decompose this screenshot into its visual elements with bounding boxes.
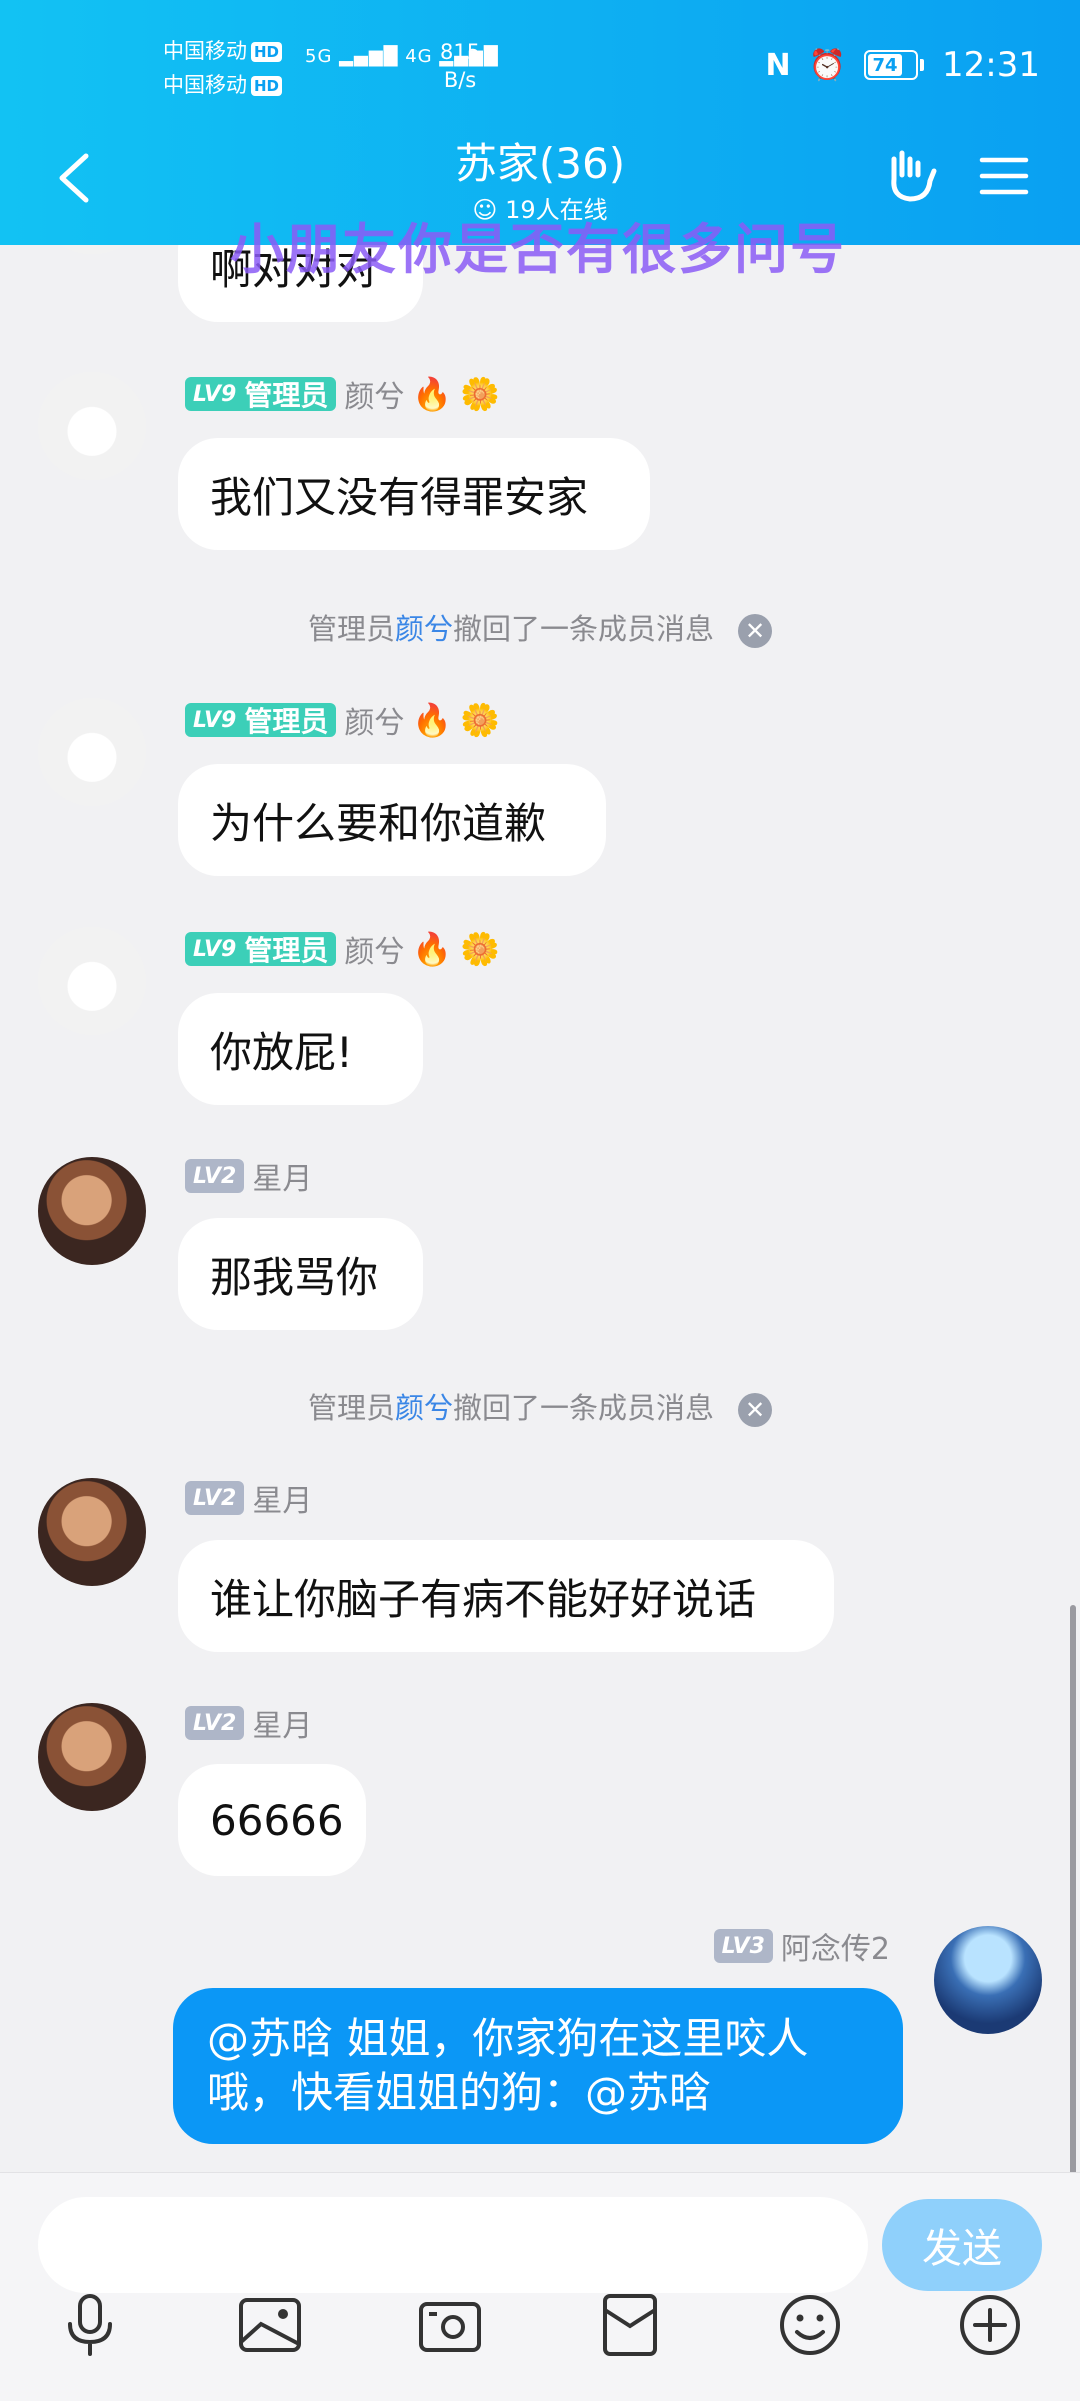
flower-icon: 🌼 [460, 375, 501, 413]
sender-info: LV9 管理员 颜兮 🔥 🌼 [185, 372, 501, 416]
status-right: N ⏰ 74 12:31 [766, 45, 1040, 85]
level-badge: LV9 管理员 [185, 377, 337, 412]
notice-admin-name[interactable]: 颜兮 [395, 612, 453, 646]
level-badge: LV2 [185, 1159, 245, 1193]
message-bubble[interactable]: 你放屁! [178, 993, 423, 1105]
hand-gesture-icon[interactable] [880, 145, 940, 205]
speed-unit: B/s [443, 68, 477, 92]
level-badge: LV9 管理员 [185, 932, 337, 967]
close-icon[interactable]: ✕ [738, 1393, 773, 1427]
input-toolbar [0, 2290, 1080, 2400]
message-text: 那我骂你 [210, 1252, 379, 1302]
notice-prefix: 管理员 [307, 1391, 395, 1425]
avatar[interactable] [38, 927, 146, 1035]
message-input[interactable] [38, 2197, 868, 2293]
level-badge: LV9 管理员 [185, 703, 337, 738]
sender-info: LV2 星月 [185, 1701, 312, 1745]
message-text: 66666 [210, 1795, 344, 1845]
battery-icon: 74 [864, 50, 925, 80]
scrollbar[interactable] [1070, 1605, 1076, 2175]
battery-level: 74 [868, 54, 903, 76]
status-carriers: 中国移动 HD 中国移动 HD [163, 34, 283, 102]
plus-icon[interactable] [955, 2290, 1025, 2360]
message-bubble[interactable]: 那我骂你 [178, 1218, 423, 1330]
overlay-banner: 小朋友你是否有很多问号 [230, 218, 846, 281]
level-badge: LV3 [713, 1929, 773, 1963]
hd-badge: HD [251, 42, 283, 62]
message-text: @苏晗 姐姐，你家狗在这里咬人哦，快看姐姐的狗：@苏晗 [207, 2014, 809, 2117]
camera-icon[interactable] [415, 2290, 485, 2360]
fire-icon: 🔥 [412, 701, 453, 739]
signal-4g: 4G [405, 46, 433, 67]
message-text: 为什么要和你道歉 [210, 798, 547, 848]
carrier-2: 中国移动 [163, 73, 247, 97]
notice-suffix: 撤回了一条成员消息 [453, 612, 715, 646]
nfc-icon: N [765, 47, 791, 83]
flower-icon: 🌼 [460, 701, 501, 739]
avatar[interactable] [38, 698, 146, 806]
message-bubble[interactable]: 为什么要和你道歉 [178, 764, 606, 876]
microphone-icon[interactable] [55, 2290, 125, 2360]
level-badge: LV2 [185, 1706, 245, 1740]
sender-info: LV2 星月 [185, 1476, 312, 1520]
my-avatar[interactable] [934, 1926, 1042, 2034]
message-text: 我们又没有得罪安家 [210, 472, 589, 522]
emoji-icon[interactable] [775, 2290, 845, 2360]
avatar[interactable] [38, 1157, 146, 1265]
message-bubble[interactable]: 66666 [178, 1764, 366, 1876]
sender-info: LV2 星月 [185, 1154, 312, 1198]
flower-icon: 🌼 [460, 930, 501, 968]
speed-value: 815 [440, 40, 481, 64]
sender-name[interactable]: 星月 [252, 1701, 312, 1745]
sender-name[interactable]: 颜兮 [344, 698, 404, 742]
message-text: 你放屁! [210, 1027, 353, 1077]
menu-icon[interactable] [978, 150, 1030, 202]
recall-notice: 管理员颜兮撤回了一条成员消息 ✕ [0, 1385, 1080, 1427]
carrier-1: 中国移动 [163, 39, 247, 63]
message-bubble[interactable]: 谁让你脑子有病不能好好说话 [178, 1540, 834, 1652]
close-icon[interactable]: ✕ [738, 614, 773, 648]
recall-notice: 管理员颜兮撤回了一条成员消息 ✕ [0, 606, 1080, 648]
network-speed: 815 B/s [440, 38, 480, 94]
message-bubble[interactable]: 我们又没有得罪安家 [178, 438, 650, 550]
notice-admin-name[interactable]: 颜兮 [395, 1391, 453, 1425]
signal-5g: 5G [305, 46, 333, 67]
alarm-icon: ⏰ [808, 47, 847, 83]
avatar[interactable] [38, 372, 146, 480]
clock: 12:31 [942, 45, 1040, 85]
sender-info: LV9 管理员 颜兮 🔥 🌼 [185, 927, 501, 971]
sender-name[interactable]: 星月 [252, 1476, 312, 1520]
image-icon[interactable] [235, 2290, 305, 2360]
avatar[interactable] [38, 1703, 146, 1811]
hd-badge: HD [251, 76, 283, 96]
send-button[interactable]: 发送 [882, 2199, 1042, 2291]
sender-name[interactable]: 星月 [252, 1154, 312, 1198]
level-badge: LV2 [185, 1481, 245, 1515]
sender-name[interactable]: 阿念传2 [781, 1924, 890, 1968]
notice-prefix: 管理员 [307, 612, 395, 646]
sender-name[interactable]: 颜兮 [344, 372, 404, 416]
avatar[interactable] [38, 1478, 146, 1586]
red-packet-icon[interactable] [595, 2290, 665, 2360]
fire-icon: 🔥 [412, 375, 453, 413]
my-message-bubble[interactable]: @苏晗 姐姐，你家狗在这里咬人哦，快看姐姐的狗：@苏晗 [173, 1988, 903, 2144]
message-text: 谁让你脑子有病不能好好说话 [210, 1574, 757, 1624]
sender-name[interactable]: 颜兮 [344, 927, 404, 971]
fire-icon: 🔥 [412, 930, 453, 968]
sender-info: LV9 管理员 颜兮 🔥 🌼 [185, 698, 501, 742]
my-sender-info: LV3 阿念传2 [713, 1924, 890, 1968]
notice-suffix: 撤回了一条成员消息 [453, 1391, 715, 1425]
